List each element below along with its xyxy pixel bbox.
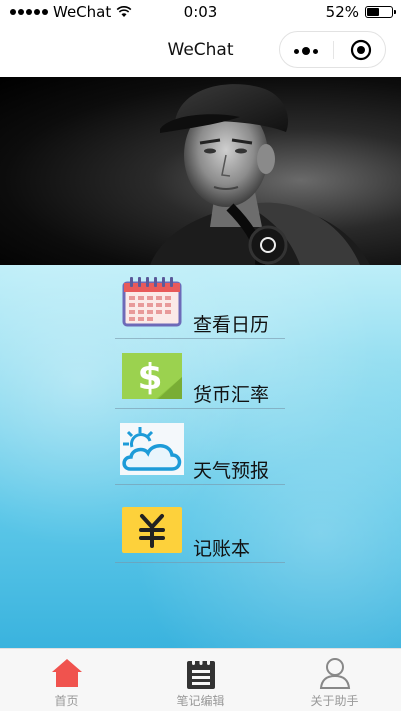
menu-label-weather: 天气预报 — [193, 460, 270, 482]
dollar-icon: $ — [122, 353, 182, 399]
more-icon[interactable] — [294, 47, 318, 55]
menu-label-currency: 货币汇率 — [193, 384, 270, 406]
menu-item-ledger[interactable]: 记账本 — [115, 501, 285, 563]
tab-about[interactable]: 关于助手 — [268, 649, 401, 712]
battery-group: 52% — [325, 3, 396, 21]
battery-percent: 52% — [325, 3, 359, 21]
user-icon — [319, 658, 350, 689]
menu-label-ledger: 记账本 — [193, 538, 251, 560]
menu-divider — [115, 562, 285, 563]
notebook-icon — [186, 657, 215, 689]
battery-icon — [365, 6, 396, 18]
tab-label-notes: 笔记编辑 — [176, 694, 225, 708]
tab-label-home: 首页 — [54, 694, 79, 708]
mini-program-capsule — [279, 31, 386, 68]
menu-item-calendar[interactable]: 查看日历 — [115, 277, 285, 339]
calendar-icon — [122, 277, 182, 327]
navigation-bar: WeChat — [0, 24, 401, 77]
tab-bar: 首页 笔记编辑 关于助手 — [0, 648, 401, 711]
capsule-divider — [333, 41, 334, 59]
weather-icon — [120, 423, 184, 475]
menu-item-weather[interactable]: 天气预报 — [115, 423, 285, 485]
svg-text:$: $ — [137, 357, 162, 398]
tab-home[interactable]: 首页 — [0, 649, 133, 712]
menu-divider — [115, 408, 285, 409]
portrait-illustration — [150, 84, 370, 265]
home-icon — [51, 659, 82, 687]
tab-notes[interactable]: 笔记编辑 — [134, 649, 267, 712]
menu-area: 查看日历 $ 货币汇率 天气预报 记账本 — [0, 265, 401, 648]
close-target-icon[interactable] — [350, 39, 372, 61]
yen-icon — [122, 507, 182, 553]
tab-label-about: 关于助手 — [310, 694, 359, 708]
menu-item-currency[interactable]: $ 货币汇率 — [115, 347, 285, 409]
battery-fill — [367, 8, 379, 16]
menu-divider — [115, 338, 285, 339]
status-bar: WeChat 0:03 52% — [0, 0, 401, 24]
menu-divider — [115, 484, 285, 485]
hero-banner-image — [0, 77, 401, 265]
menu-label-calendar: 查看日历 — [193, 314, 270, 336]
